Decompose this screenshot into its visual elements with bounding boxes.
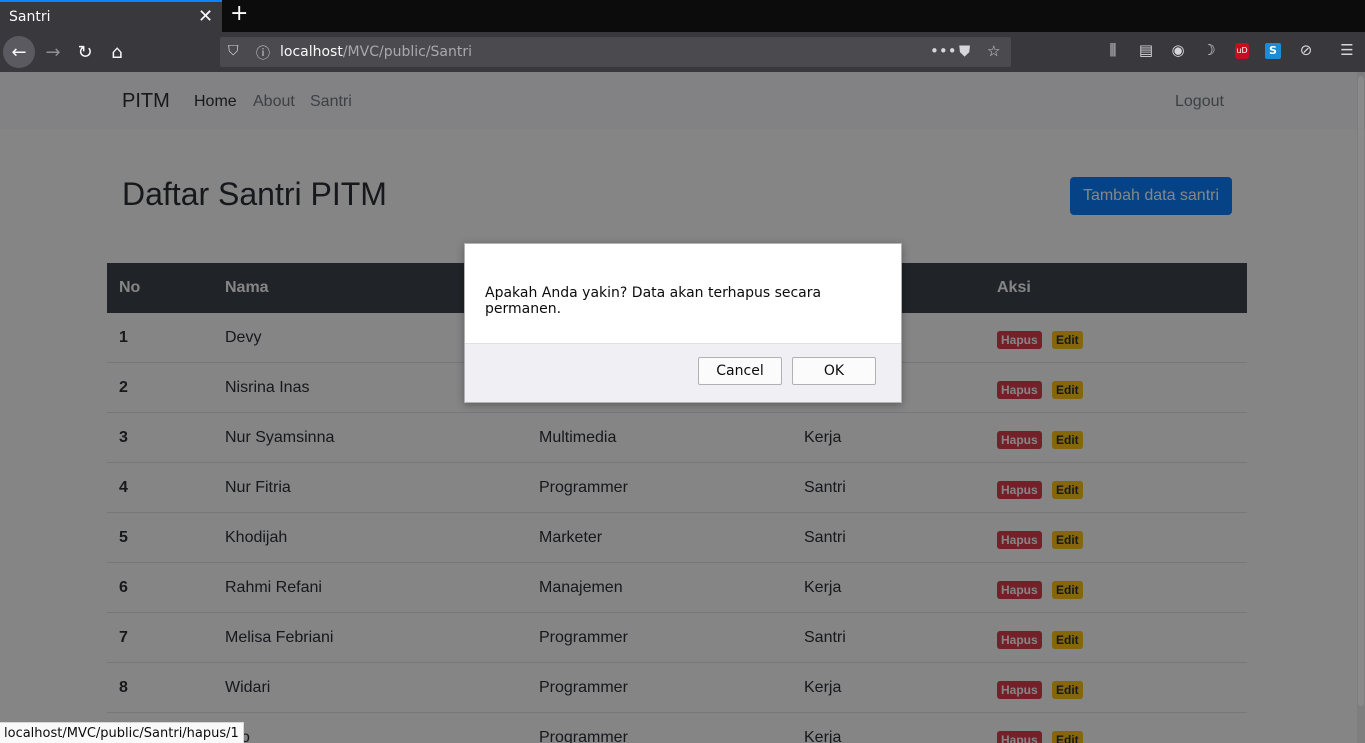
back-icon[interactable]: ← bbox=[3, 36, 35, 68]
ublock-icon[interactable]: uD bbox=[1235, 43, 1249, 59]
url-text[interactable]: localhost/MVC/public/Santri bbox=[280, 44, 472, 60]
menu-icon[interactable]: ☰ bbox=[1337, 41, 1357, 61]
sidebar-icon[interactable]: ▤ bbox=[1136, 41, 1156, 61]
account-icon[interactable]: ◉ bbox=[1168, 41, 1188, 61]
modal-backdrop bbox=[0, 72, 1365, 743]
ok-button[interactable]: OK bbox=[792, 357, 876, 385]
close-tab-icon[interactable]: ✕ bbox=[198, 6, 213, 27]
browser-toolbar: ← → ↻ ⌂ ⛉ ⓘ localhost/MVC/public/Santri … bbox=[0, 32, 1365, 72]
bookmark-star-icon[interactable]: ☆ bbox=[987, 42, 1000, 60]
sync-icon[interactable]: ⊘ bbox=[1296, 41, 1316, 61]
reload-icon[interactable]: ↻ bbox=[69, 36, 101, 68]
browser-tab[interactable]: Santri ✕ bbox=[0, 0, 222, 32]
scrollbar-thumb[interactable] bbox=[1358, 76, 1364, 706]
dialog-message: Apakah Anda yakin? Data akan terhapus se… bbox=[485, 285, 822, 317]
status-bar-url: localhost/MVC/public/Santri/hapus/1 bbox=[0, 722, 244, 743]
tab-bar: Santri ✕ + bbox=[0, 0, 1365, 32]
dialog-footer: Cancel OK bbox=[465, 343, 901, 402]
extension-s-icon[interactable]: S bbox=[1265, 43, 1281, 59]
url-bar[interactable]: ⛉ ⓘ localhost/MVC/public/Santri ••• ⛊ ☆ bbox=[220, 37, 1011, 67]
info-icon[interactable]: ⓘ bbox=[256, 43, 270, 63]
shield-icon[interactable]: ⛉ bbox=[228, 43, 239, 59]
confirm-dialog: Apakah Anda yakin? Data akan terhapus se… bbox=[464, 243, 902, 403]
cancel-button[interactable]: Cancel bbox=[698, 357, 782, 385]
pocket-icon[interactable]: ⛊ bbox=[959, 42, 970, 60]
forward-icon[interactable]: → bbox=[37, 36, 69, 68]
new-tab-icon[interactable]: + bbox=[230, 1, 248, 26]
home-icon[interactable]: ⌂ bbox=[101, 36, 133, 68]
page-actions-icon[interactable]: ••• bbox=[930, 42, 957, 60]
extension-icon[interactable]: ☽ bbox=[1199, 41, 1219, 61]
library-icon[interactable]: ⫼ bbox=[1103, 41, 1123, 61]
tab-title: Santri bbox=[9, 9, 51, 25]
